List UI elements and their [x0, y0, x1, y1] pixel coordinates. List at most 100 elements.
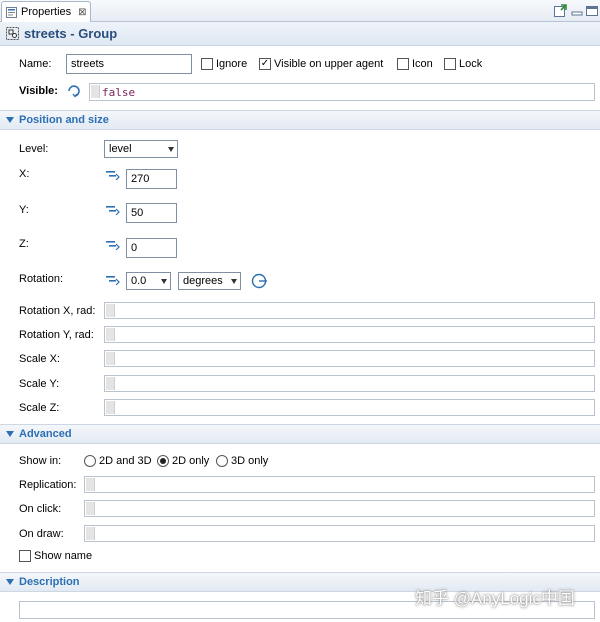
field-grip: [86, 527, 95, 540]
rotation-y-label: Rotation Y, rad:: [19, 329, 94, 341]
replication-label: Replication:: [19, 479, 77, 491]
section-position-and-size[interactable]: Position and size: [0, 110, 600, 130]
z-input[interactable]: 0: [126, 238, 177, 258]
watermark: 知乎 @AnyLogic中国: [415, 589, 575, 608]
y-input-value: 50: [131, 207, 144, 219]
y-label: Y:: [19, 204, 29, 216]
y-input[interactable]: 50: [126, 203, 177, 223]
show-in-3d-only-radio[interactable]: 3D only: [216, 455, 268, 467]
on-click-field[interactable]: [84, 500, 595, 517]
collapse-triangle-icon: [6, 117, 14, 123]
show-name-checkbox[interactable]: Show name: [19, 550, 92, 562]
static-value-icon[interactable]: [106, 240, 120, 250]
rotation-label: Rotation:: [19, 273, 64, 285]
visible-on-upper-agent-checkbox[interactable]: ✓ Visible on upper agent: [259, 58, 383, 70]
scale-z-label: Scale Z:: [19, 402, 60, 414]
name-label: Name:: [19, 58, 52, 70]
name-input[interactable]: streets: [66, 54, 192, 74]
minimize-icon[interactable]: [570, 4, 584, 18]
close-icon[interactable]: ⊠: [78, 7, 86, 18]
rotation-unit-select[interactable]: degrees: [178, 272, 241, 290]
scale-y-label: Scale Y:: [19, 378, 60, 390]
field-grip: [91, 85, 100, 98]
chevron-down-icon: [161, 278, 167, 284]
rotation-value-select[interactable]: 0.0: [126, 272, 171, 290]
checkbox-box[interactable]: [201, 58, 213, 70]
static-value-icon[interactable]: [106, 275, 120, 285]
radio-button[interactable]: [84, 455, 96, 467]
scale-y-field[interactable]: [104, 375, 595, 392]
icon-checkbox[interactable]: Icon: [397, 58, 433, 70]
x-input[interactable]: 270: [126, 169, 177, 189]
radio-button[interactable]: [157, 455, 169, 467]
visible-on-upper-agent-label: Visible on upper agent: [274, 58, 384, 70]
rotation-y-field[interactable]: [104, 326, 595, 343]
radio-label: 2D only: [172, 455, 210, 467]
static-value-icon[interactable]: [106, 170, 120, 180]
lock-label: Lock: [459, 58, 483, 70]
section-title: Position and size: [19, 114, 109, 126]
on-draw-label: On draw:: [19, 528, 64, 540]
show-in-2d-and-3d-radio[interactable]: 2D and 3D: [84, 455, 152, 467]
z-label: Z:: [19, 238, 29, 250]
on-draw-field[interactable]: [84, 525, 595, 542]
level-label: Level:: [19, 143, 49, 155]
group-icon: [6, 27, 19, 40]
on-click-label: On click:: [19, 503, 62, 515]
section-advanced[interactable]: Advanced: [0, 424, 600, 444]
visible-value: false: [102, 86, 136, 99]
replication-field[interactable]: [84, 476, 595, 493]
show-in-2d-only-radio[interactable]: 2D only: [157, 455, 209, 467]
static-value-icon[interactable]: [106, 205, 120, 215]
name-input-value: streets: [71, 58, 105, 70]
collapse-triangle-icon: [6, 431, 14, 437]
tab-properties[interactable]: Properties ⊠: [1, 1, 91, 22]
section-title: Description: [19, 576, 80, 588]
pin-view-icon[interactable]: [553, 4, 567, 18]
properties-header: streets - Group: [0, 22, 600, 46]
checkbox-box[interactable]: [397, 58, 409, 70]
radio-label: 2D and 3D: [99, 455, 152, 467]
rotation-x-field[interactable]: [104, 302, 595, 319]
radio-button[interactable]: [216, 455, 228, 467]
ignore-checkbox[interactable]: Ignore: [201, 58, 247, 70]
properties-icon: [6, 6, 17, 18]
rotate-icon[interactable]: [250, 272, 268, 290]
rotation-x-label: Rotation X, rad:: [19, 305, 96, 317]
icon-label: Icon: [412, 58, 433, 70]
rotation-value: 0.0: [131, 275, 147, 287]
checkbox-box[interactable]: [19, 550, 31, 562]
field-grip: [106, 401, 115, 414]
level-select-value: level: [109, 143, 132, 155]
lock-checkbox[interactable]: Lock: [444, 58, 482, 70]
field-grip: [106, 304, 115, 317]
field-grip: [86, 502, 95, 515]
ignore-label: Ignore: [216, 58, 248, 70]
z-input-value: 0: [131, 242, 138, 254]
checkbox-box[interactable]: ✓: [259, 58, 271, 70]
chevron-down-icon: [231, 278, 237, 284]
scale-x-label: Scale X:: [19, 353, 60, 365]
page-title: streets - Group: [24, 26, 118, 41]
chevron-down-icon: [168, 146, 174, 152]
show-name-label: Show name: [34, 550, 93, 562]
x-input-value: 270: [131, 173, 150, 185]
visible-label: Visible:: [19, 85, 58, 97]
scale-z-field[interactable]: [104, 399, 595, 416]
checkbox-box[interactable]: [444, 58, 456, 70]
collapse-triangle-icon: [6, 579, 14, 585]
view-tab-bar: Properties ⊠: [0, 0, 600, 22]
radio-selected-dot: [160, 458, 166, 464]
scale-x-field[interactable]: [104, 350, 595, 367]
field-grip: [106, 352, 115, 365]
dynamic-value-icon[interactable]: [67, 84, 83, 98]
x-label: X:: [19, 168, 30, 180]
tab-label: Properties: [21, 6, 72, 18]
level-select[interactable]: level: [104, 140, 178, 158]
visible-field[interactable]: false: [89, 83, 595, 101]
show-in-label: Show in:: [19, 455, 62, 467]
maximize-icon[interactable]: [585, 4, 599, 18]
field-grip: [106, 377, 115, 390]
rotation-unit: degrees: [183, 275, 223, 287]
section-title: Advanced: [19, 428, 72, 440]
